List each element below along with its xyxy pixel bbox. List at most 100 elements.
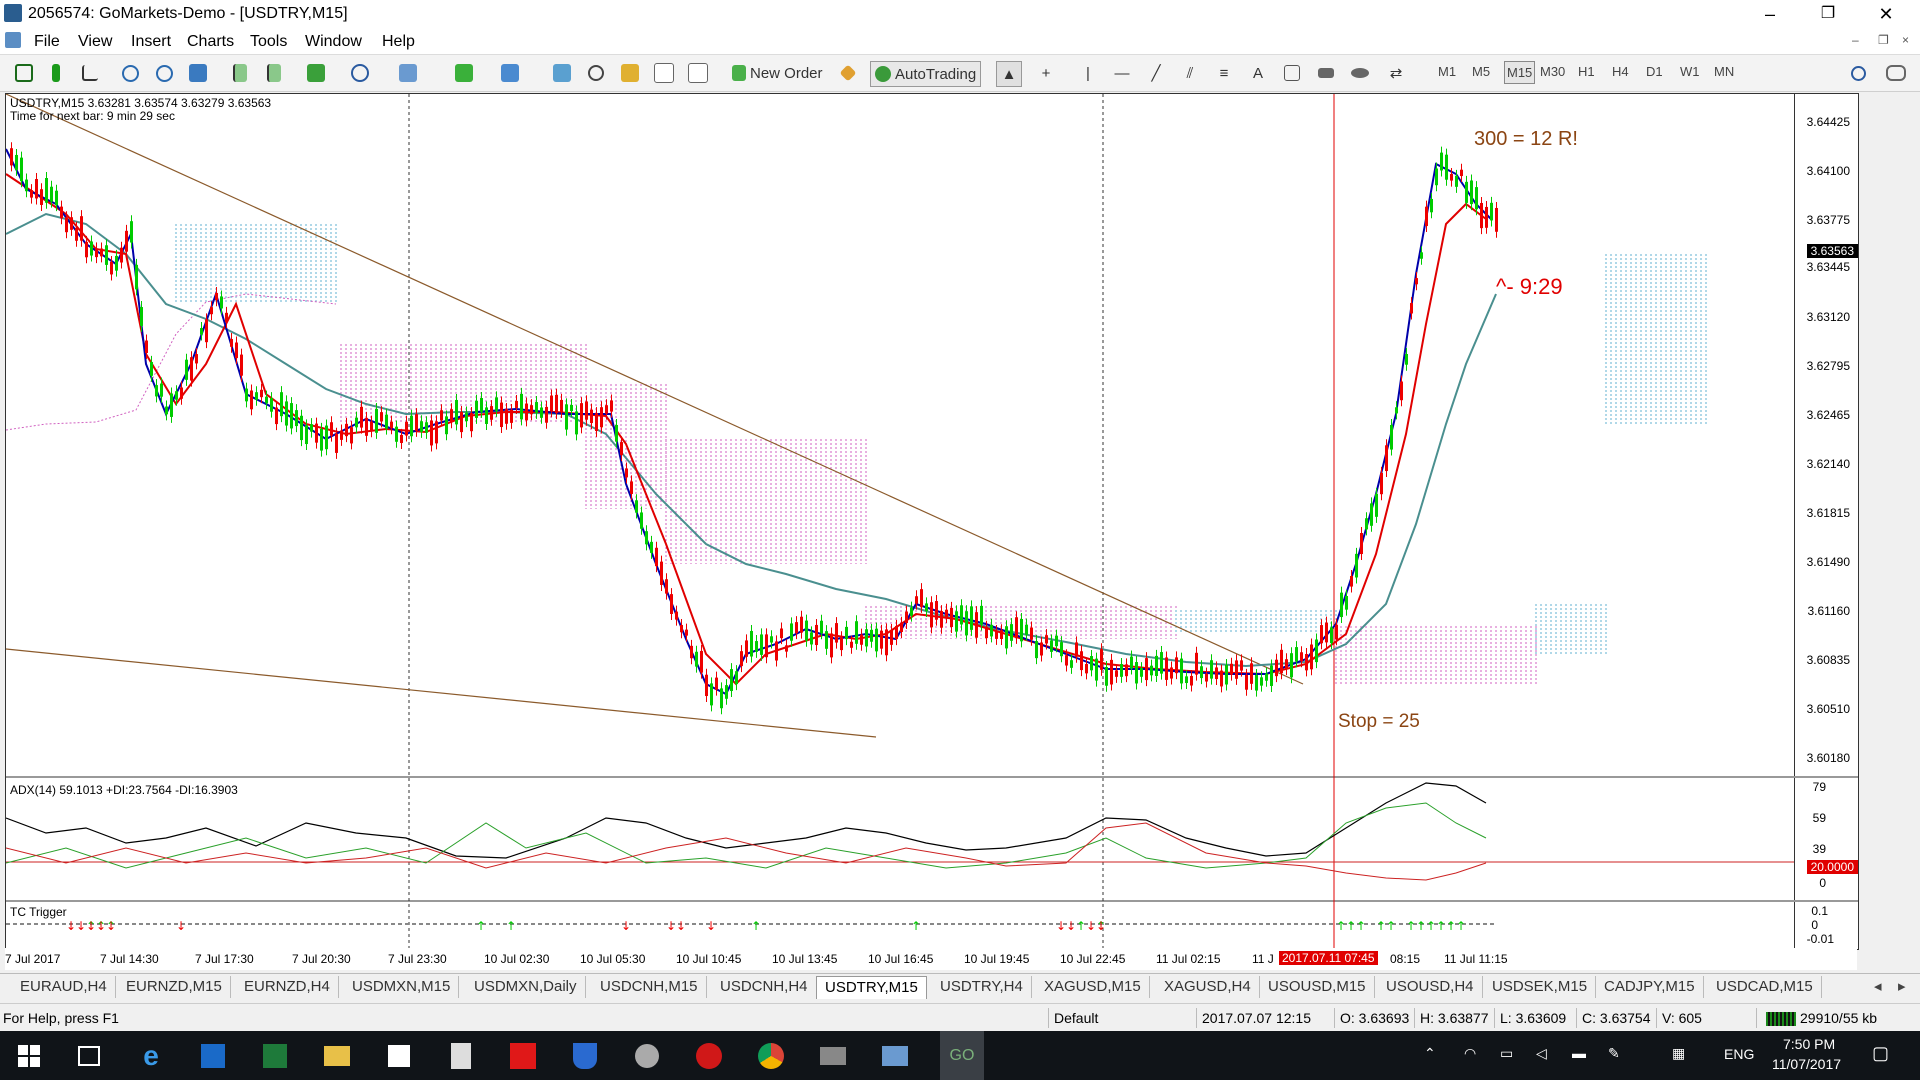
shield-icon[interactable] [570,1041,600,1071]
tab-euraud-h4[interactable]: EURAUD,H4 [12,976,116,998]
store-icon[interactable] [384,1041,414,1071]
tab-usdtry-h4[interactable]: USDTRY,H4 [932,976,1032,998]
metatrader-taskbar-icon[interactable]: GO [940,1031,984,1080]
clock-time[interactable]: 7:50 PM [1783,1036,1835,1052]
volume-icon[interactable]: ◁ [1536,1045,1547,1062]
timeframe-h1[interactable]: H1 [1578,64,1595,79]
fibonacci-tool-icon[interactable]: ≡ [1212,61,1236,85]
menu-help[interactable]: Help [382,33,415,51]
status-profile[interactable]: Default [1054,1010,1098,1026]
chart-app-icon[interactable] [694,1041,724,1071]
timeframe-d1[interactable]: D1 [1646,64,1663,79]
tab-usdcad-m15[interactable]: USDCAD,M15 [1708,976,1822,998]
tab-usdtry-m15[interactable]: USDTRY,M15 [816,976,927,999]
autotrading-button[interactable]: AutoTrading [870,61,982,87]
indicators-icon[interactable] [304,61,328,85]
pen-icon[interactable]: ✎ [1608,1045,1620,1062]
navigator-icon[interactable] [618,61,642,85]
rectangle-tool-icon[interactable] [1314,61,1338,85]
menu-insert[interactable]: Insert [131,33,171,51]
strategy-tester-icon[interactable] [686,61,710,85]
camera-icon[interactable] [818,1041,848,1071]
candlestick-icon[interactable] [44,61,68,85]
timeframe-m30[interactable]: M30 [1540,64,1565,79]
tray-chevron-icon[interactable]: ⌃ [1424,1045,1436,1062]
task-view-icon[interactable] [74,1041,104,1071]
child-restore-button[interactable]: ❐ [1878,33,1889,47]
text-label-tool-icon[interactable] [1280,61,1304,85]
chat-icon[interactable] [1884,61,1908,85]
remote-desktop-icon[interactable] [880,1041,910,1071]
search-icon[interactable] [1846,61,1870,85]
minimize-button[interactable]: – [1742,0,1798,29]
snipping-tool-icon[interactable] [632,1041,662,1071]
tab-usousd-m15[interactable]: USOUSD,M15 [1260,976,1375,998]
text-tool-icon[interactable]: A [1246,61,1270,85]
tab-usdcnh-h4[interactable]: USDCNH,H4 [712,976,817,998]
profiles-icon[interactable] [498,61,522,85]
crosshair-nav-icon[interactable] [584,61,608,85]
maximize-button[interactable]: ❐ [1800,0,1856,29]
notifications-icon[interactable]: ▢ [1872,1043,1889,1064]
tabs-next-icon[interactable]: ▸ [1898,977,1906,995]
timeframe-w1[interactable]: W1 [1680,64,1700,79]
zoom-in-icon[interactable] [118,61,142,85]
ellipse-tool-icon[interactable] [1348,61,1372,85]
menu-file[interactable]: File [34,33,60,51]
tile-windows-icon[interactable] [186,61,210,85]
tab-eurnzd-h4[interactable]: EURNZD,H4 [236,976,339,998]
tab-xagusd-m15[interactable]: XAGUSD,M15 [1036,976,1150,998]
timeframe-h4[interactable]: H4 [1612,64,1629,79]
tab-usdmxn-m15[interactable]: USDMXN,M15 [344,976,460,998]
tab-usdcnh-m15[interactable]: USDCNH,M15 [592,976,707,998]
menu-tools[interactable]: Tools [250,33,287,51]
arrows-tool-icon[interactable]: ⇄ [1384,61,1408,85]
menu-charts[interactable]: Charts [187,33,234,51]
wifi-icon[interactable]: ◠ [1464,1045,1476,1062]
cursor-tool-icon[interactable]: ▲ [996,61,1022,87]
terminal-icon[interactable] [652,61,676,85]
new-chart-icon[interactable] [452,61,476,85]
equidistant-channel-icon[interactable]: ⫽ [1178,61,1202,85]
periods-icon[interactable] [348,61,372,85]
timeframe-m1[interactable]: M1 [1438,64,1456,79]
chart-shift-icon[interactable] [262,61,286,85]
chart-canvas[interactable]: ↑ ↑ ↑ ↑ ↑ ↑ ↑ ↑ ↑ ↑ ↑ ↑ ↑ ↑ ↑ ↑ ↑ ↑ ↑ ↑↓ ↓ ↓ ↓ ↓ ↓ ↓ ↓ ↓ ↓ ↓ ↓ ↓ ↓ [6,94,1858,949]
tab-usdmxn-daily[interactable]: USDMXN,Daily [466,976,586,998]
chrome-icon[interactable] [756,1041,786,1071]
tab-eurnzd-m15[interactable]: EURNZD,M15 [118,976,231,998]
keyboard-icon[interactable]: ▦ [1672,1045,1685,1062]
tab-usdsek-m15[interactable]: USDSEK,M15 [1484,976,1597,998]
menu-window[interactable]: Window [305,33,362,51]
language-indicator[interactable]: ENG [1724,1046,1754,1062]
tab-cadjpy-m15[interactable]: CADJPY,M15 [1596,976,1704,998]
timeframe-mn[interactable]: MN [1714,64,1734,79]
kaspersky-icon[interactable] [508,1041,538,1071]
zoom-out-icon[interactable] [152,61,176,85]
calculator-icon[interactable] [446,1041,476,1071]
tab-usousd-h4[interactable]: USOUSD,H4 [1378,976,1483,998]
child-minimize-button[interactable]: – [1852,33,1859,47]
crosshair-tool-icon[interactable]: + [1034,61,1058,85]
market-watch-icon[interactable] [550,61,574,85]
line-chart-icon[interactable] [78,61,102,85]
tab-xagusd-h4[interactable]: XAGUSD,H4 [1156,976,1260,998]
horizontal-line-tool-icon[interactable]: — [1110,61,1134,85]
timeframe-m5[interactable]: M5 [1472,64,1490,79]
battery-icon[interactable]: ▭ [1500,1045,1513,1062]
price-axis[interactable]: 3.64425 3.64100 3.63775 3.63563 3.63445 … [1794,94,1858,776]
vertical-line-tool-icon[interactable]: | [1076,61,1100,85]
expert-advisors-icon[interactable] [836,61,860,85]
power-icon[interactable]: ▬ [1572,1045,1586,1061]
auto-scroll-icon[interactable] [228,61,252,85]
edge-icon[interactable]: e [136,1040,166,1071]
tabs-prev-icon[interactable]: ◂ [1874,977,1882,995]
outlook-icon[interactable] [198,1041,228,1071]
timeframe-m15[interactable]: M15 [1504,61,1536,84]
chart-window[interactable]: ↑ ↑ ↑ ↑ ↑ ↑ ↑ ↑ ↑ ↑ ↑ ↑ ↑ ↑ ↑ ↑ ↑ ↑ ↑ ↑ ↓ ↓ ↓ ↓ ↓ ↓ ↓ ↓ ↓ ↓ ↓ ↓ ↓ ↓ USDTR… [5,93,1859,950]
menu-view[interactable]: View [78,33,112,51]
trendline-tool-icon[interactable]: ╱ [1144,61,1168,85]
templates-icon[interactable] [396,61,420,85]
bar-chart-icon[interactable] [12,61,36,85]
windows-start-icon[interactable] [14,1041,44,1071]
